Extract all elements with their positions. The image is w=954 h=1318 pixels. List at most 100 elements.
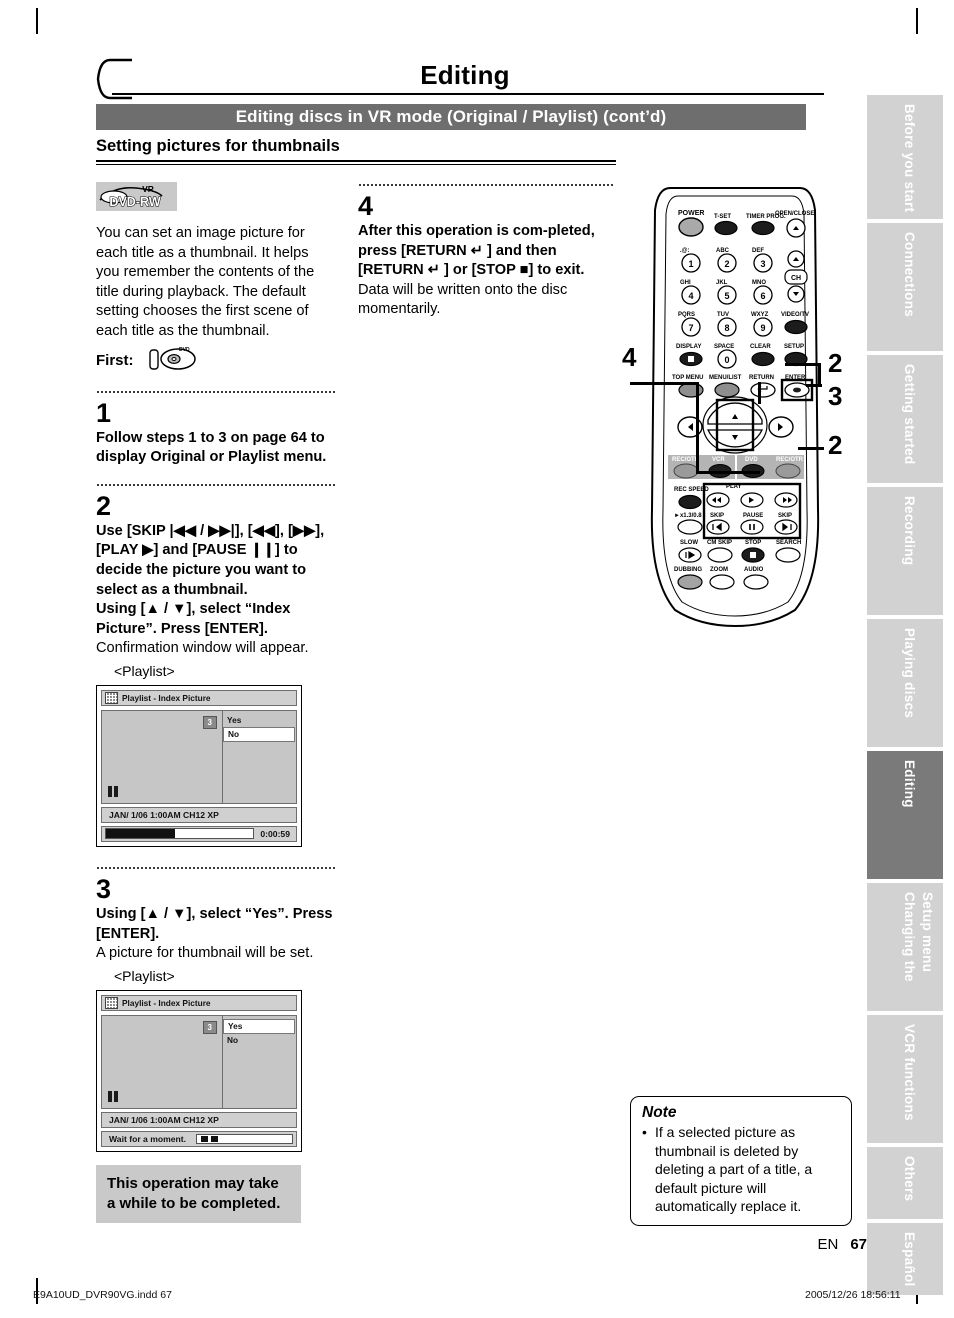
title-rule bbox=[112, 93, 824, 95]
svg-text:GHI: GHI bbox=[680, 280, 691, 286]
pause-icon bbox=[108, 785, 118, 797]
step-1-text: Follow steps 1 to 3 on page 64 to displa… bbox=[96, 429, 327, 466]
side-tab-label: Setup menu bbox=[920, 892, 935, 973]
callout-line-left-h bbox=[630, 382, 698, 385]
step-3-text: Using [▲ / ▼], select “Yes”. Press [ENTE… bbox=[96, 905, 333, 942]
crop-mark-tr-v bbox=[916, 8, 918, 34]
callout-line-right-v bbox=[818, 363, 821, 385]
side-tab-label: Playing discs bbox=[902, 628, 917, 719]
callout-line-right-h bbox=[785, 363, 821, 366]
print-footer-right: 2005/12/26 18:56:11 bbox=[805, 1289, 901, 1301]
side-tab-vcr-functions[interactable]: VCR functions bbox=[867, 1015, 943, 1143]
svg-text:PAUSE: PAUSE bbox=[743, 513, 763, 519]
side-tab-label: Español bbox=[902, 1232, 917, 1287]
pause-icon bbox=[108, 1090, 118, 1102]
playlist-icon bbox=[105, 691, 118, 704]
svg-text:DEF: DEF bbox=[752, 248, 764, 254]
svg-text:OPEN/CLOSE: OPEN/CLOSE bbox=[775, 211, 814, 217]
svg-text:PQRS: PQRS bbox=[678, 312, 695, 318]
callout-line-right-h3 bbox=[798, 447, 824, 450]
svg-text:SEARCH: SEARCH bbox=[776, 540, 801, 546]
step-2-text: Use [SKIP |◀◀ / ▶▶|], [◀◀], [▶▶], [PLAY … bbox=[96, 522, 325, 598]
osd-1-option-yes[interactable]: Yes bbox=[223, 714, 296, 727]
svg-text:SETUP: SETUP bbox=[784, 344, 804, 350]
step-4-note: Data will be written onto the disc momen… bbox=[358, 281, 568, 318]
callout-line-left-v2 bbox=[758, 382, 761, 404]
note-box: Note If a selected picture as thumbnail … bbox=[630, 1096, 852, 1226]
svg-text:4: 4 bbox=[688, 291, 693, 301]
svg-text:1: 1 bbox=[688, 259, 693, 269]
svg-text:VR: VR bbox=[142, 184, 154, 194]
print-footer-left: E9A10UD_DVR90VG.indd 67 bbox=[33, 1289, 172, 1301]
step-divider bbox=[96, 860, 336, 869]
callout-2-bottom: 2 bbox=[828, 430, 843, 460]
side-tab-others[interactable]: Others bbox=[867, 1147, 943, 1219]
svg-text:2: 2 bbox=[724, 259, 729, 269]
step-4-text: After this operation is com-pleted, pres… bbox=[358, 223, 595, 279]
osd-2-info: JAN/ 1/06 1:00AM CH12 XP bbox=[101, 1111, 297, 1128]
side-tab-changing-the-setup-menu[interactable]: Changing the Setup menu bbox=[867, 883, 943, 1011]
step-3-note: A picture for thumbnail will be set. bbox=[96, 945, 314, 962]
section-band: Editing discs in VR mode (Original / Pla… bbox=[96, 104, 806, 130]
svg-text:TOP MENU: TOP MENU bbox=[672, 375, 703, 381]
svg-text:TUV: TUV bbox=[717, 312, 729, 318]
manual-page: Editing Editing discs in VR mode (Origin… bbox=[0, 0, 954, 1318]
callout-line-left-h2 bbox=[696, 471, 760, 474]
step-1-number: 1 bbox=[96, 397, 112, 428]
osd-2-title: Playlist - Index Picture bbox=[122, 997, 211, 1008]
side-tab-espa-ol[interactable]: Español bbox=[867, 1223, 943, 1295]
note-title: Note bbox=[642, 1104, 677, 1121]
svg-text:DISPLAY: DISPLAY bbox=[676, 344, 701, 350]
osd-1-options: Yes No bbox=[223, 710, 296, 803]
svg-text:DVD-RW: DVD-RW bbox=[109, 195, 160, 209]
section-heading: Setting pictures for thumbnails bbox=[96, 137, 340, 155]
side-tab-playing-discs[interactable]: Playing discs bbox=[867, 619, 943, 747]
page-footer: EN 67 bbox=[817, 1236, 867, 1253]
osd-1-info: JAN/ 1/06 1:00AM CH12 XP bbox=[101, 806, 297, 823]
svg-text:0: 0 bbox=[724, 355, 729, 365]
osd-2-wait-text: Wait for a moment. bbox=[109, 1133, 187, 1144]
dvd-disc-icon: DVD bbox=[148, 344, 198, 377]
osd-1-progress-track bbox=[105, 828, 255, 840]
osd-1-progressbar: 0:00:59 bbox=[101, 825, 297, 842]
heading-rule-thick bbox=[96, 160, 616, 162]
osd-screen-2: Playlist - Index Picture 3 Yes No JAN/ 1… bbox=[96, 989, 302, 1152]
osd-1-video-area: 3 bbox=[102, 710, 223, 803]
first-label: First: bbox=[96, 351, 134, 369]
svg-text:CH: CH bbox=[791, 275, 801, 282]
osd-2-busy-indicator bbox=[196, 1133, 293, 1144]
side-tab-before-you-start[interactable]: Before you start bbox=[867, 95, 943, 219]
side-tab-connections[interactable]: Connections bbox=[867, 223, 943, 351]
svg-text:5: 5 bbox=[724, 291, 729, 301]
callout-4: 4 bbox=[622, 342, 637, 372]
osd-2-option-yes[interactable]: Yes bbox=[223, 1018, 295, 1034]
osd-2-video-area: 3 bbox=[102, 1015, 223, 1108]
side-tab-editing[interactable]: Editing bbox=[867, 751, 943, 879]
side-tab-label: Getting started bbox=[902, 364, 917, 465]
side-tab-label: Recording bbox=[902, 496, 917, 566]
svg-text:DVD: DVD bbox=[745, 457, 758, 463]
callout-3: 3 bbox=[828, 381, 843, 411]
osd-1-option-no[interactable]: No bbox=[223, 726, 295, 742]
side-tab-recording[interactable]: Recording bbox=[867, 487, 943, 615]
svg-text:STOP: STOP bbox=[745, 540, 761, 546]
heading-rule-thin bbox=[96, 164, 616, 165]
step-2-text-2: Using [▲ / ▼], select “Index Picture”. P… bbox=[96, 601, 291, 637]
osd-screen-1: Playlist - Index Picture 3 Yes No JAN/ 1… bbox=[96, 684, 302, 847]
svg-text:8: 8 bbox=[724, 323, 729, 333]
osd-1-time: 0:00:59 bbox=[260, 828, 290, 839]
svg-text:WXYZ: WXYZ bbox=[751, 312, 769, 318]
side-tab-label: Editing bbox=[902, 760, 917, 808]
osd-1-title: Playlist - Index Picture bbox=[122, 692, 211, 703]
step-2-note: Confirmation window will appear. bbox=[96, 640, 309, 657]
svg-text:DUBBING: DUBBING bbox=[674, 567, 702, 573]
dvd-rw-vr-logo: VR DVD-RW bbox=[96, 182, 177, 211]
osd-1-title-badge: 3 bbox=[202, 715, 217, 729]
osd-2-option-no[interactable]: No bbox=[223, 1034, 296, 1047]
side-tab-getting-started[interactable]: Getting started bbox=[867, 355, 943, 483]
side-tab-label: Changing the bbox=[902, 892, 917, 982]
note-list: If a selected picture as thumbnail is de… bbox=[642, 1123, 841, 1216]
svg-text:AUDIO: AUDIO bbox=[744, 567, 764, 573]
svg-text:DVD: DVD bbox=[179, 347, 190, 353]
svg-text:3: 3 bbox=[760, 259, 765, 269]
